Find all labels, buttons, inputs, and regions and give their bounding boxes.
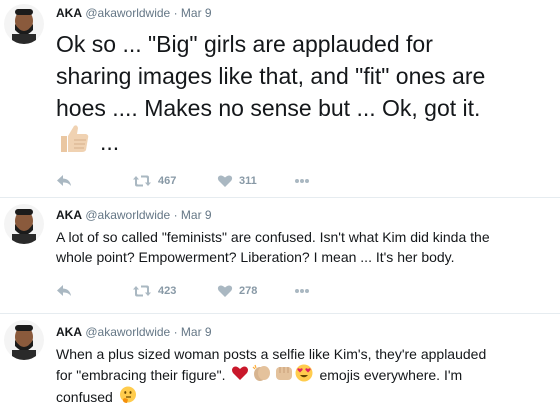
tweet-text-line: confused <box>56 389 113 405</box>
tweet-text-line: A lot of so called "feminists" are confu… <box>56 229 490 245</box>
tweet[interactable]: AKA @akaworldwide · Mar 9 When a plus si… <box>0 316 560 407</box>
profile-photo <box>4 204 44 244</box>
retweet-count: 467 <box>158 175 177 187</box>
avatar[interactable] <box>4 320 44 360</box>
timestamp[interactable]: Mar 9 <box>181 325 212 339</box>
retweet-button[interactable]: 423 <box>132 284 176 298</box>
retweet-button[interactable]: 467 <box>132 174 176 188</box>
tweet[interactable]: AKA @akaworldwide · Mar 9 A lot of so ca… <box>0 200 560 312</box>
retweet-icon <box>133 285 151 297</box>
avatar[interactable] <box>4 4 44 44</box>
more-button[interactable] <box>294 178 310 184</box>
avatar[interactable] <box>4 204 44 244</box>
more-dots-icon <box>295 289 309 293</box>
red-heart-emoji <box>231 365 249 386</box>
like-button[interactable]: 311 <box>217 174 257 188</box>
tweet-text: Ok so ... "Big" girls are applauded for … <box>56 28 556 160</box>
tweet-text-line: whole point? Empowerment? Liberation? I … <box>56 249 455 265</box>
heart-eyes-emoji <box>295 364 313 387</box>
tweet-header: AKA @akaworldwide · Mar 9 <box>56 6 212 20</box>
display-name[interactable]: AKA <box>56 208 82 222</box>
tweet-text: When a plus sized woman posts a selfie l… <box>56 344 552 407</box>
divider <box>0 197 560 198</box>
thumbs-up-emoji <box>56 122 90 162</box>
separator-dot: · <box>173 6 178 20</box>
tweet-text-segment: for "embracing their figure". <box>56 367 226 383</box>
thinking-face-emoji <box>119 386 137 407</box>
more-dots-icon <box>295 179 309 183</box>
profile-photo <box>4 4 44 44</box>
tweet-text-line: When a plus sized woman posts a selfie l… <box>56 346 487 362</box>
reply-button[interactable] <box>56 284 72 298</box>
tweet-text-line: hoes .... Makes no sense but ... Ok, got… <box>56 95 481 121</box>
timestamp[interactable]: Mar 9 <box>181 6 212 20</box>
tweet-text-segment: emojis everywhere. I'm <box>319 367 463 383</box>
tweet-header: AKA @akaworldwide · Mar 9 <box>56 208 212 222</box>
display-name[interactable]: AKA <box>56 6 82 20</box>
heart-icon <box>217 175 233 187</box>
profile-photo <box>4 320 44 360</box>
timestamp[interactable]: Mar 9 <box>181 208 212 222</box>
tweet[interactable]: AKA @akaworldwide · Mar 9 Ok so ... "Big… <box>0 0 560 193</box>
reply-icon <box>57 285 71 296</box>
retweet-count: 423 <box>158 285 177 297</box>
display-name[interactable]: AKA <box>56 325 82 339</box>
like-count: 278 <box>239 285 258 297</box>
tweet-header: AKA @akaworldwide · Mar 9 <box>56 325 212 339</box>
tweet-text-line: Ok so ... "Big" girls are applauded for <box>56 31 433 57</box>
tweet-text: A lot of so called "feminists" are confu… <box>56 227 552 267</box>
like-count: 311 <box>239 175 257 187</box>
heart-icon <box>217 285 233 297</box>
username[interactable]: @akaworldwide <box>85 6 170 20</box>
tweet-text-line: sharing images like that, and "fit" ones… <box>56 63 486 89</box>
like-button[interactable]: 278 <box>217 284 257 298</box>
clapping-hands-emoji <box>251 364 273 387</box>
divider <box>0 313 560 314</box>
reply-button[interactable] <box>56 174 72 188</box>
username[interactable]: @akaworldwide <box>85 208 170 222</box>
retweet-icon <box>133 175 151 187</box>
tweet-text-tail: ... <box>100 128 120 155</box>
separator-dot: · <box>173 208 178 222</box>
reply-icon <box>57 175 71 186</box>
oncoming-fist-emoji <box>274 364 294 387</box>
separator-dot: · <box>173 325 178 339</box>
username[interactable]: @akaworldwide <box>85 325 170 339</box>
more-button[interactable] <box>294 288 310 294</box>
